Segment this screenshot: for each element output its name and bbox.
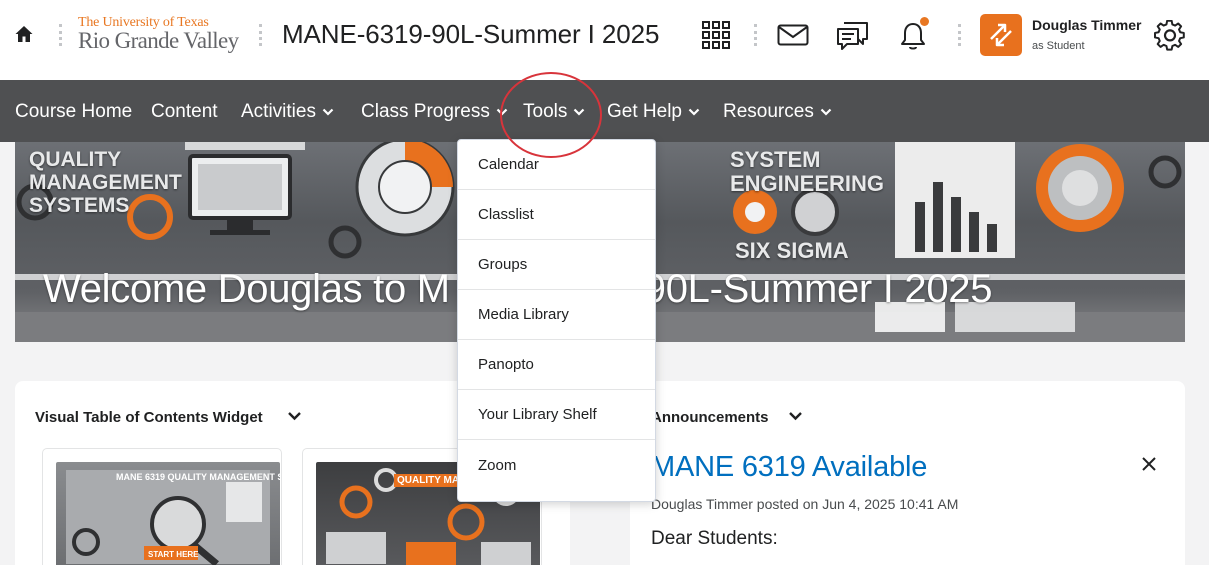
header-separator [958,24,961,46]
thumbnail-button: START HERE [148,550,199,559]
chevron-down-icon[interactable] [788,411,803,421]
announcement-body: Dear Students: [651,528,778,549]
nav-course-home[interactable]: Course Home [15,101,132,123]
nav-activities[interactable]: Activities [241,101,334,123]
nav-class-progress[interactable]: Class Progress [361,101,508,123]
chevron-down-icon [574,108,585,116]
thumbnail-caption: MANE 6319 QUALITY MANAGEMENT SYSTEMS [116,472,280,482]
swap-arrows-icon [990,23,1012,47]
nav-content[interactable]: Content [151,101,218,123]
gear-icon[interactable] [1154,20,1186,52]
header-separator [59,24,62,46]
menu-item-zoom[interactable]: Zoom [458,440,655,490]
nav-label: Content [151,101,218,122]
welcome-left: Welcome Douglas to M [43,267,450,311]
top-header: The University of Texas Rio Grande Valle… [0,0,1209,80]
banner-label: SYSTEM ENGINEERING [730,147,885,196]
course-title[interactable]: MANE-6319-90L-Summer I 2025 [282,19,659,50]
notification-dot [920,17,929,26]
menu-item-your-library-shelf[interactable]: Your Library Shelf [458,390,655,440]
nav-label: Class Progress [361,101,490,122]
avatar[interactable] [980,14,1022,56]
nav-label: Tools [523,101,568,122]
menu-item-media-library[interactable]: Media Library [458,290,655,340]
banner-label: SIX SIGMA [735,238,849,263]
announcements-title: Announcements [651,409,769,426]
menu-item-groups[interactable]: Groups [458,240,655,290]
header-separator [754,24,757,46]
chevron-down-icon [496,108,508,116]
menu-item-classlist[interactable]: Classlist [458,190,655,240]
announcement-meta: Douglas Timmer posted on Jun 4, 2025 10:… [651,496,959,512]
nav-get-help[interactable]: Get Help [607,101,700,123]
home-icon[interactable] [14,24,34,44]
nav-resources[interactable]: Resources [723,101,832,123]
chevron-down-icon [688,108,700,116]
nav-label: Resources [723,101,814,122]
nav-label: Activities [241,101,316,122]
user-role: as Student [1032,40,1085,52]
chat-icon[interactable] [836,20,870,52]
apps-grid-icon[interactable] [702,21,730,49]
nav-label: Course Home [15,101,133,122]
menu-item-calendar[interactable]: Calendar [458,140,655,190]
chevron-down-icon [820,108,832,116]
welcome-right: 90L-Summer I 2025 [643,267,993,311]
chevron-down-icon [322,108,334,116]
tools-dropdown-menu: Calendar Classlist Groups Media Library … [457,139,656,502]
nav-label: Get Help [607,101,682,122]
university-logo[interactable]: The University of Texas Rio Grande Valle… [78,15,240,55]
toc-thumbnail-image: MANE 6319 QUALITY MANAGEMENT SYSTEMS STA… [56,462,280,565]
close-icon[interactable] [1140,455,1158,473]
user-name[interactable]: Douglas Timmer [1032,17,1141,33]
nav-tools[interactable]: Tools [523,101,585,123]
toc-thumbnail-card[interactable]: MANE 6319 QUALITY MANAGEMENT SYSTEMS STA… [42,448,282,565]
toc-widget-title: Visual Table of Contents Widget [35,409,263,426]
chevron-down-icon[interactable] [287,411,302,421]
header-separator [259,24,262,46]
mail-icon[interactable] [777,24,809,46]
course-navbar: Course Home Content Activities Class Pro… [0,80,1209,142]
menu-item-panopto[interactable]: Panopto [458,340,655,390]
logo-line2: Rio Grande Valley [78,28,239,53]
banner-label: QUALITY MANAGEMENT SYSTEMS [29,148,182,217]
announcement-heading-link[interactable]: MANE 6319 Available [651,451,927,484]
